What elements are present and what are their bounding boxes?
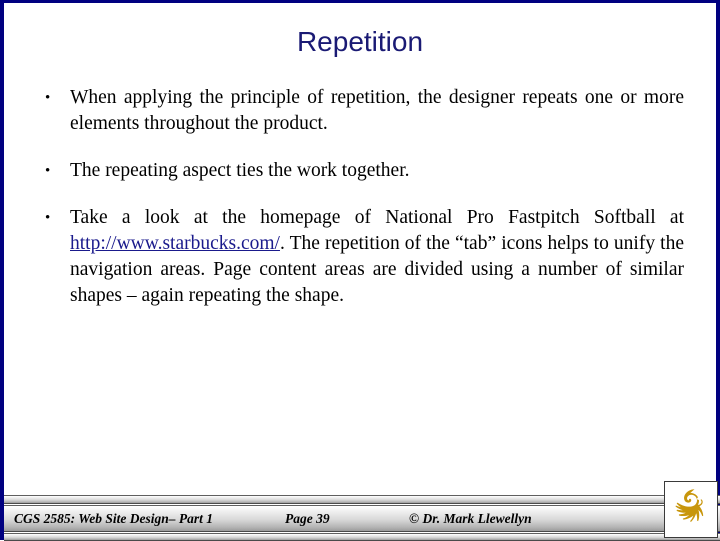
slide-footer: CGS 2585: Web Site Design– Part 1 Page 3… bbox=[4, 481, 720, 541]
pegasus-logo bbox=[664, 481, 718, 538]
footer-text-row: CGS 2585: Web Site Design– Part 1 Page 3… bbox=[4, 505, 720, 532]
footer-page-number: Page 39 bbox=[285, 510, 330, 526]
page-title: Repetition bbox=[296, 26, 424, 57]
bullet-marker: • bbox=[45, 163, 51, 179]
list-item: • Take a look at the homepage of Nationa… bbox=[38, 205, 684, 309]
footer-band-top bbox=[4, 495, 720, 504]
footer-course-label: CGS 2585: Web Site Design– Part 1 bbox=[14, 510, 214, 526]
bullet-text: Take a look at the homepage of National … bbox=[70, 205, 684, 309]
pegasus-icon bbox=[675, 488, 704, 522]
bullet-text: The repeating aspect ties the work toget… bbox=[70, 160, 410, 181]
starbucks-link[interactable]: http://www.starbucks.com/ bbox=[70, 233, 280, 254]
bullet-marker: • bbox=[45, 210, 51, 226]
bullet-text: When applying the principle of repetitio… bbox=[70, 87, 684, 134]
footer-copyright: © Dr. Mark Llewellyn bbox=[409, 510, 532, 526]
bullet-text-lead: Take a look at the homepage of National … bbox=[70, 207, 684, 228]
bullet-marker: • bbox=[45, 90, 51, 106]
bullet-list: • When applying the principle of repetit… bbox=[38, 85, 684, 330]
list-item: • When applying the principle of repetit… bbox=[38, 85, 684, 137]
list-item: • The repeating aspect ties the work tog… bbox=[38, 158, 684, 184]
slide-canvas: Repetition • When applying the principle… bbox=[0, 0, 720, 541]
